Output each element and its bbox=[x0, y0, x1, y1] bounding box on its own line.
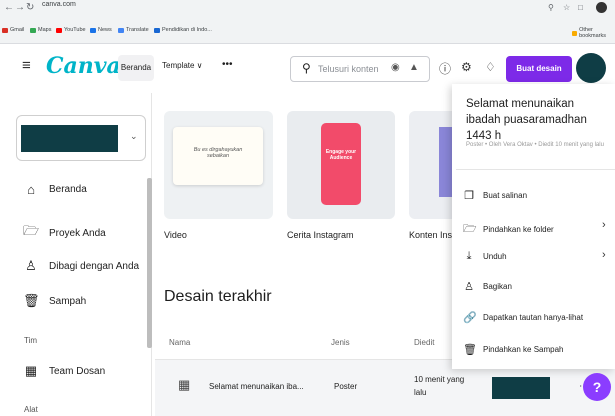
sidebar-item-label: Beranda bbox=[49, 184, 87, 195]
sidebar-item-trash[interactable]: 🗑 Sampah bbox=[23, 293, 86, 309]
menu-item-label: Dapatkan tautan hanya-lihat bbox=[483, 313, 584, 322]
upload-icon[interactable]: ▲ bbox=[409, 62, 419, 73]
recent-designs-title: Desain terakhir bbox=[164, 288, 272, 305]
menu-item-view-link[interactable]: 🔗 Dapatkan tautan hanya-lihat bbox=[463, 311, 583, 324]
back-icon[interactable]: ← bbox=[4, 2, 14, 13]
row-edited: 10 menit yang lalu bbox=[414, 375, 465, 397]
search-icon: ⚲ bbox=[302, 61, 311, 75]
chevron-down-icon: ⌄ bbox=[130, 131, 138, 141]
menu-item-label: Pindahkan ke Sampah bbox=[483, 345, 564, 354]
search-box[interactable]: ⚲ Telusuri konten ◉ ▲ bbox=[290, 56, 430, 82]
row-type: Poster bbox=[334, 382, 358, 391]
sidebar-item-beranda[interactable]: ⌂ Beranda bbox=[23, 182, 87, 197]
address-bar[interactable]: canva.com bbox=[42, 1, 76, 8]
copy-icon: ❐ bbox=[464, 190, 474, 202]
card-label: Cerita Instagram bbox=[287, 230, 354, 240]
menu-item-copy[interactable]: ❐ Buat salinan bbox=[463, 189, 527, 202]
profile-icon[interactable] bbox=[596, 2, 607, 13]
bookmark-other[interactable]: Other bookmarks bbox=[572, 27, 615, 39]
team-selector[interactable]: ⌄ bbox=[16, 115, 146, 161]
chevron-right-icon: › bbox=[602, 219, 606, 231]
home-icon: ⌂ bbox=[27, 182, 35, 197]
canva-logo[interactable]: Canva bbox=[46, 53, 121, 79]
sidebar-item-team[interactable]: ▦ Team Dosan bbox=[23, 363, 105, 379]
team-name-redacted bbox=[21, 125, 118, 152]
sidebar-item-proyek[interactable]: 🗁 Proyek Anda bbox=[23, 222, 106, 244]
browser-tabbar bbox=[0, 0, 615, 14]
card-label: Konten Inst bbox=[409, 230, 454, 240]
bookmark-gmail[interactable]: Gmail bbox=[2, 27, 24, 33]
column-header-type: Jenis bbox=[331, 338, 350, 347]
notification-icon[interactable]: ♢ bbox=[485, 60, 496, 74]
image-search-icon[interactable]: ◉ bbox=[391, 62, 400, 73]
settings-icon[interactable]: ⚙ bbox=[461, 60, 472, 74]
bookmark-pendidikan[interactable]: Pendidikan di Indo... bbox=[154, 27, 212, 33]
section-alat: Alat bbox=[24, 405, 38, 414]
sidebar-item-label: Proyek Anda bbox=[49, 227, 106, 239]
sidebar-item-label: Dibagi dengan Anda bbox=[49, 260, 140, 272]
help-button[interactable]: ? bbox=[583, 373, 611, 401]
menu-item-label: Pindahkan ke folder bbox=[483, 225, 554, 234]
bookmark-youtube[interactable]: YouTube bbox=[56, 27, 86, 33]
row-owner-redacted bbox=[492, 377, 550, 399]
bookmark-news[interactable]: News bbox=[90, 27, 112, 33]
menu-design-title: Selamat menunaikan ibadah puasaramadhan … bbox=[466, 98, 587, 142]
more-icon[interactable]: ••• bbox=[222, 59, 233, 70]
card-label: Video bbox=[164, 230, 187, 240]
star-icon[interactable]: ☆ bbox=[563, 3, 570, 12]
menu-item-trash[interactable]: 🗑 Pindahkan ke Sampah bbox=[463, 343, 564, 356]
section-tim: Tim bbox=[24, 336, 38, 345]
card-video[interactable]: Bu es dirgahayukan sebaikan bbox=[164, 111, 273, 219]
folder-icon: 🗁 bbox=[463, 223, 477, 235]
bookmark-maps[interactable]: Maps bbox=[30, 27, 51, 33]
chevron-right-icon: › bbox=[602, 249, 606, 261]
menu-design-meta: Poster • Oleh Vera Oktav • Diedit 10 men… bbox=[466, 142, 604, 148]
create-design-button[interactable]: Buat desain bbox=[506, 56, 572, 82]
menu-item-label: Buat salinan bbox=[483, 191, 528, 200]
download-icon: ⤓ bbox=[466, 250, 472, 262]
avatar[interactable] bbox=[576, 53, 606, 83]
share-icon: ♙ bbox=[464, 281, 474, 293]
nav-beranda[interactable]: Beranda bbox=[118, 55, 154, 81]
menu-icon[interactable]: ≡ bbox=[22, 57, 31, 74]
link-icon: 🔗 bbox=[463, 312, 477, 324]
reload-icon[interactable]: ↻ bbox=[26, 2, 34, 13]
divider bbox=[456, 169, 615, 170]
sidebar-scrollbar[interactable] bbox=[147, 178, 152, 348]
card-art-text: Engage your Audience bbox=[325, 149, 357, 161]
menu-item-download[interactable]: ⤓ Unduh bbox=[463, 250, 507, 263]
extensions-icon[interactable]: □ bbox=[578, 3, 583, 12]
card-thumbnail: Engage your Audience bbox=[321, 123, 361, 205]
menu-item-label: Bagikan bbox=[483, 282, 512, 291]
menu-item-share[interactable]: ♙ Bagikan bbox=[463, 280, 512, 293]
team-icon: ▦ bbox=[24, 363, 38, 378]
folder-icon: 🗁 bbox=[23, 223, 40, 238]
shared-icon: ♙ bbox=[25, 258, 37, 273]
sidebar-item-label: Team Dosan bbox=[49, 365, 106, 377]
zoom-icon[interactable]: ⚲ bbox=[548, 3, 554, 12]
trash-icon: 🗑 bbox=[463, 344, 477, 356]
card-art-text: Bu es dirgahayukan sebaikan bbox=[193, 147, 243, 159]
row-name[interactable]: Selamat menunaikan iba... bbox=[209, 382, 304, 391]
nav-template[interactable]: Template ∨ bbox=[162, 61, 203, 70]
forward-icon[interactable]: → bbox=[15, 2, 25, 13]
card-thumbnail: Bu es dirgahayukan sebaikan bbox=[173, 127, 263, 185]
card-instagram-story[interactable]: Engage your Audience bbox=[287, 111, 395, 219]
sidebar-item-label: Sampah bbox=[49, 295, 87, 307]
column-header-edited: Diedit bbox=[414, 338, 435, 347]
menu-item-label: Unduh bbox=[483, 252, 507, 261]
search-placeholder: Telusuri konten bbox=[318, 64, 379, 74]
bookmark-translate[interactable]: Translate bbox=[118, 27, 149, 33]
design-icon: ▦ bbox=[178, 377, 191, 392]
menu-item-move-folder[interactable]: 🗁 Pindahkan ke folder bbox=[463, 220, 554, 239]
trash-icon: 🗑 bbox=[23, 293, 40, 308]
column-header-name: Nama bbox=[169, 338, 191, 347]
help-icon[interactable]: ⓘ bbox=[439, 60, 451, 77]
sidebar-item-shared[interactable]: ♙ Dibagi dengan Anda bbox=[23, 258, 139, 274]
